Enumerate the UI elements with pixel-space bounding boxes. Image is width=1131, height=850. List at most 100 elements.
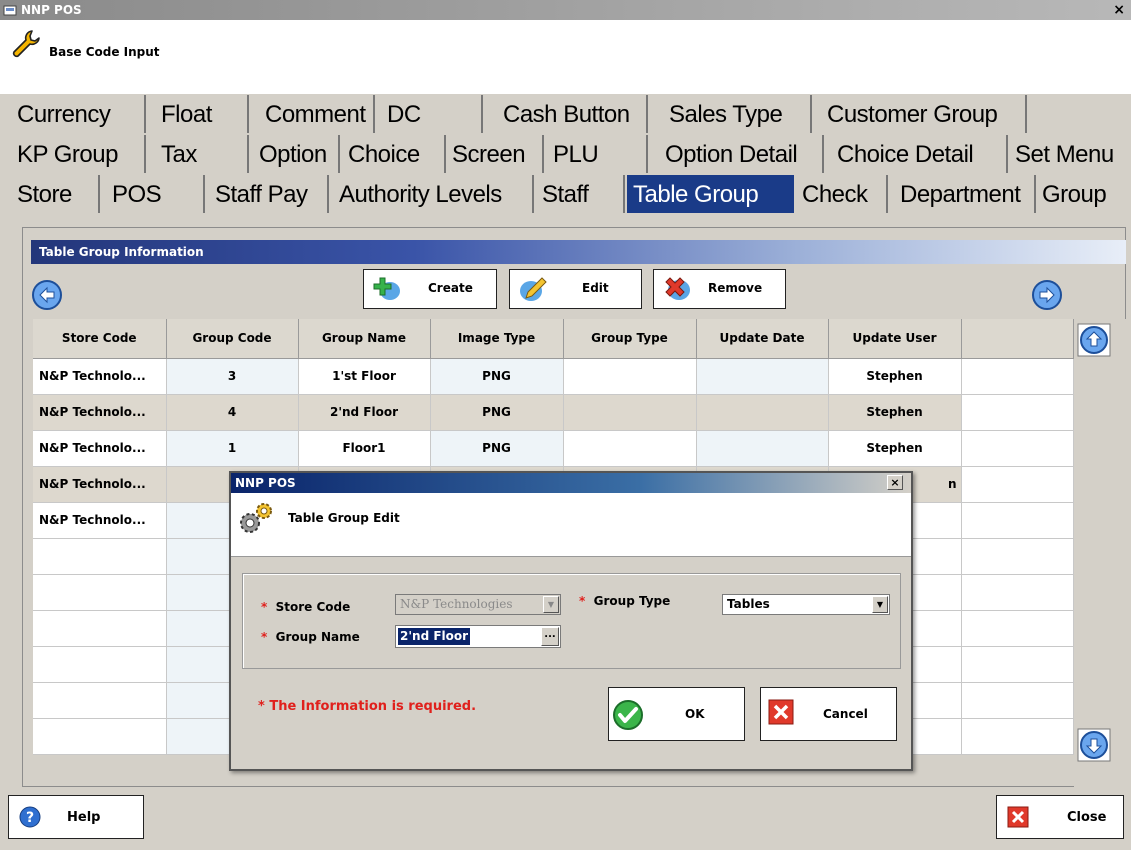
help-label: Help bbox=[67, 810, 101, 825]
tab-float[interactable]: Float bbox=[161, 95, 249, 133]
dialog-title: Table Group Edit bbox=[288, 511, 400, 525]
col-image-type[interactable]: Image Type bbox=[430, 319, 564, 359]
table-group-edit-dialog: NNP POS × Table Group Edit * Store Code … bbox=[229, 471, 913, 771]
remove-icon bbox=[662, 274, 692, 307]
prev-page-button[interactable] bbox=[31, 279, 63, 315]
cell-image-type: PNG bbox=[430, 358, 564, 395]
tab-option-detail[interactable]: Option Detail bbox=[665, 135, 824, 173]
tab-comment[interactable]: Comment bbox=[265, 95, 375, 133]
tab-sales-type[interactable]: Sales Type bbox=[669, 95, 812, 133]
create-button[interactable]: Create bbox=[363, 269, 497, 309]
group-type-select[interactable]: Tables ▼ bbox=[722, 594, 890, 615]
cell-store-code: N&P Technolo... bbox=[33, 466, 167, 503]
scroll-up-button[interactable] bbox=[1077, 323, 1111, 361]
scroll-down-button[interactable] bbox=[1077, 728, 1111, 766]
cell-group-code: 3 bbox=[166, 358, 299, 395]
tab-group[interactable]: Group bbox=[1042, 175, 1120, 213]
tab-authority-levels[interactable]: Authority Levels bbox=[339, 175, 534, 213]
tab-option[interactable]: Option bbox=[259, 135, 340, 173]
col-store-code[interactable]: Store Code bbox=[33, 319, 167, 359]
col-filler bbox=[961, 319, 1074, 359]
tab-plu[interactable]: PLU bbox=[553, 135, 648, 173]
cell-image-type: PNG bbox=[430, 430, 564, 467]
cell-store-code: N&P Technolo... bbox=[33, 358, 167, 395]
cell-group-type bbox=[563, 358, 697, 395]
help-icon: ? bbox=[19, 806, 41, 832]
group-name-input[interactable]: 2'nd Floor ... bbox=[395, 625, 561, 648]
tab-pos[interactable]: POS bbox=[112, 175, 205, 213]
cell-filler bbox=[961, 502, 1074, 539]
cancel-button[interactable]: Cancel bbox=[760, 687, 897, 741]
page-title: Base Code Input bbox=[49, 45, 160, 59]
tab-screen[interactable]: Screen bbox=[452, 135, 544, 173]
cell-filler bbox=[961, 466, 1074, 503]
edit-button[interactable]: Edit bbox=[509, 269, 642, 309]
cell-filler bbox=[961, 430, 1074, 467]
chevron-down-icon: ▼ bbox=[543, 596, 559, 613]
col-group-code[interactable]: Group Code bbox=[166, 319, 299, 359]
cell-group-code: 1 bbox=[166, 430, 299, 467]
svg-text:?: ? bbox=[26, 810, 34, 826]
arrow-right-icon bbox=[1031, 280, 1063, 315]
create-icon bbox=[372, 274, 402, 307]
tab-currency[interactable]: Currency bbox=[15, 95, 146, 133]
tab-check[interactable]: Check bbox=[796, 175, 888, 213]
col-update-user[interactable]: Update User bbox=[828, 319, 962, 359]
group-name-label: * Group Name bbox=[261, 630, 360, 644]
cell-update-date bbox=[696, 394, 829, 431]
cell-filler bbox=[961, 394, 1074, 431]
chevron-down-icon: ▼ bbox=[872, 596, 888, 613]
tab-kp-group[interactable]: KP Group bbox=[15, 135, 146, 173]
cell-update-date bbox=[696, 430, 829, 467]
tab-staff-pay[interactable]: Staff Pay bbox=[215, 175, 329, 213]
create-label: Create bbox=[428, 281, 473, 295]
arrow-down-icon bbox=[1077, 728, 1111, 766]
gears-icon bbox=[236, 501, 276, 541]
cell-group-type bbox=[563, 394, 697, 431]
required-note: * The Information is required. bbox=[258, 699, 477, 714]
arrow-left-icon bbox=[31, 280, 63, 315]
tab-choice-detail[interactable]: Choice Detail bbox=[837, 135, 1008, 173]
tab-tax[interactable]: Tax bbox=[161, 135, 249, 173]
tab-customer-group[interactable]: Customer Group bbox=[827, 95, 1027, 133]
tab-dc[interactable]: DC bbox=[387, 95, 483, 133]
help-button[interactable]: ? Help bbox=[8, 795, 144, 839]
browse-button[interactable]: ... bbox=[541, 627, 559, 646]
window-close-button[interactable]: × bbox=[1113, 0, 1125, 20]
grid-scroll-area bbox=[1074, 319, 1127, 787]
col-group-type[interactable]: Group Type bbox=[563, 319, 697, 359]
tab-staff[interactable]: Staff bbox=[542, 175, 625, 213]
tab-choice[interactable]: Choice bbox=[348, 135, 446, 173]
cell-image-type: PNG bbox=[430, 394, 564, 431]
tab-store[interactable]: Store bbox=[15, 175, 100, 213]
close-button[interactable]: Close bbox=[996, 795, 1124, 839]
ok-button[interactable]: OK bbox=[608, 687, 745, 741]
cell-store-code: N&P Technolo... bbox=[33, 502, 167, 539]
store-code-label: * Store Code bbox=[261, 600, 351, 614]
table-row[interactable]: N&P Technolo... 1 Floor1 PNG Stephen bbox=[33, 430, 1074, 467]
group-name-value: 2'nd Floor bbox=[398, 628, 471, 645]
table-row[interactable]: N&P Technolo... 4 2'nd Floor PNG Stephen bbox=[33, 394, 1074, 431]
dialog-close-button[interactable]: × bbox=[887, 475, 903, 490]
tab-department[interactable]: Department bbox=[896, 175, 1036, 213]
col-group-name[interactable]: Group Name bbox=[298, 319, 431, 359]
ok-label: OK bbox=[685, 707, 705, 721]
tab-set-menu[interactable]: Set Menu bbox=[1015, 135, 1120, 173]
next-page-button[interactable] bbox=[1031, 279, 1063, 315]
cell-group-name: 2'nd Floor bbox=[298, 394, 431, 431]
checkmark-icon bbox=[612, 699, 644, 734]
store-code-select[interactable]: N&P Technologies ▼ bbox=[395, 594, 561, 615]
remove-label: Remove bbox=[708, 281, 763, 295]
edit-label: Edit bbox=[582, 281, 609, 295]
col-update-date[interactable]: Update Date bbox=[696, 319, 829, 359]
tab-cash-button[interactable]: Cash Button bbox=[503, 95, 648, 133]
dialog-header: Table Group Edit bbox=[231, 493, 911, 557]
tab-table-group[interactable]: Table Group bbox=[627, 175, 794, 213]
edit-icon bbox=[518, 274, 548, 307]
table-header-row: Store Code Group Code Group Name Image T… bbox=[33, 319, 1074, 359]
store-code-value: N&P Technologies bbox=[400, 597, 513, 611]
table-row[interactable]: N&P Technolo... 3 1'st Floor PNG Stephen bbox=[33, 358, 1074, 395]
cancel-icon bbox=[768, 699, 794, 728]
remove-button[interactable]: Remove bbox=[653, 269, 786, 309]
cell-group-name: Floor1 bbox=[298, 430, 431, 467]
